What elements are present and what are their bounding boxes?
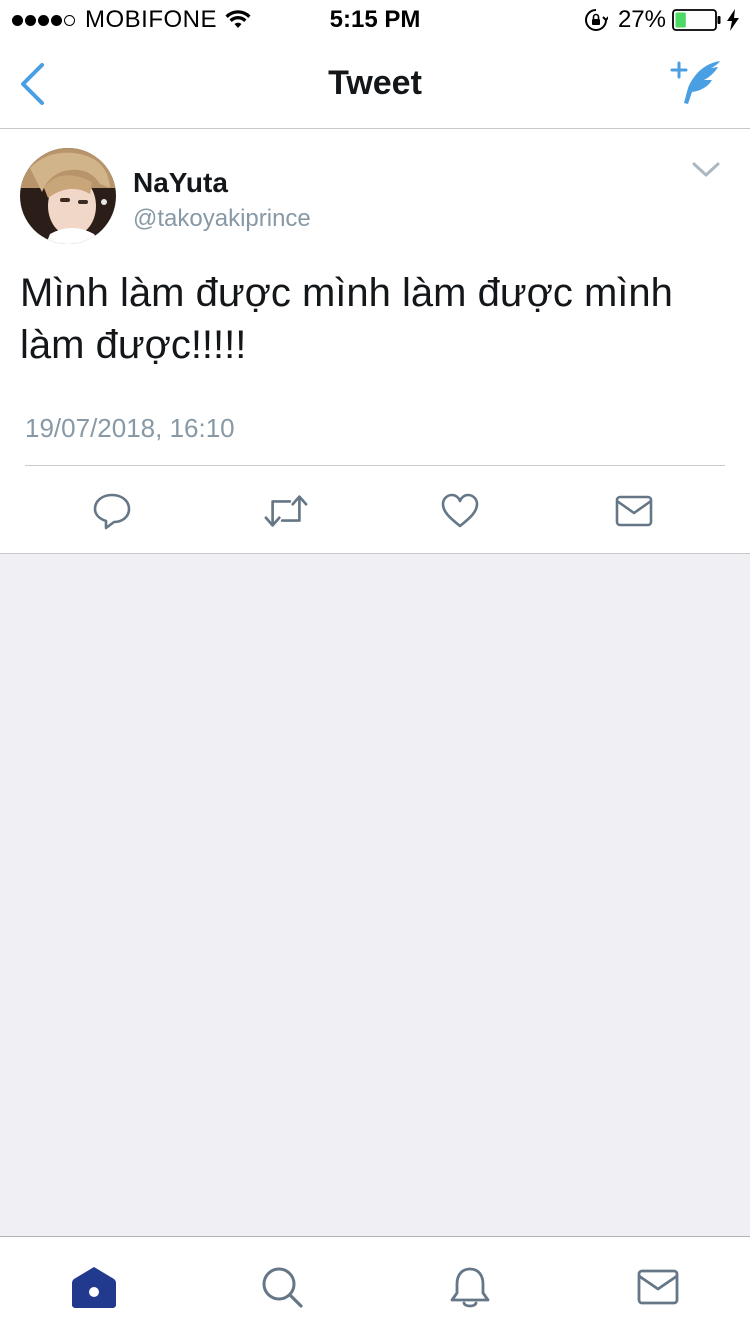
tweet-detail: NaYuta @takoyakiprince Mình làm được mìn… — [0, 129, 750, 554]
compose-tweet-icon — [670, 61, 720, 104]
direct-message-icon — [615, 495, 653, 527]
status-right: 27% — [584, 6, 740, 34]
tab-messages[interactable] — [634, 1263, 682, 1311]
search-icon — [262, 1267, 303, 1308]
status-bar: MOBIFONE 5:15 PM 27% — [0, 0, 750, 40]
tab-home[interactable] — [70, 1263, 118, 1311]
tab-search[interactable] — [258, 1263, 306, 1311]
orientation-lock-icon — [584, 9, 608, 31]
tab-notifications[interactable] — [446, 1263, 494, 1311]
compose-tweet-button[interactable] — [670, 56, 726, 110]
tab-bar — [0, 1236, 750, 1335]
tweet-timestamp: 19/07/2018, 16:10 — [25, 413, 235, 443]
divider — [25, 465, 725, 466]
avatar-image — [20, 148, 116, 244]
user-name[interactable]: NaYuta — [133, 167, 228, 199]
direct-message-button[interactable] — [612, 489, 656, 533]
battery-percent: 27% — [617, 6, 666, 33]
retweet-icon — [264, 495, 308, 527]
empty-content-area — [0, 554, 750, 1236]
messages-icon — [637, 1269, 679, 1305]
notifications-icon — [450, 1267, 490, 1308]
battery-icon — [672, 9, 721, 31]
reply-button[interactable] — [90, 489, 134, 533]
home-icon — [72, 1267, 116, 1308]
like-button[interactable] — [438, 489, 482, 533]
tweet-text: Mình làm được mình làm được mình làm đượ… — [20, 271, 673, 367]
charging-bolt-icon — [727, 9, 739, 31]
reply-icon — [93, 493, 131, 530]
tweet-options-button[interactable] — [690, 157, 722, 181]
like-icon — [441, 493, 479, 528]
avatar[interactable] — [20, 148, 116, 244]
chevron-down-icon — [692, 162, 720, 177]
page-title: Tweet — [328, 64, 422, 102]
user-handle[interactable]: @takoyakiprince — [133, 205, 311, 233]
retweet-button[interactable] — [264, 489, 308, 533]
navigation-bar: Tweet — [0, 40, 750, 129]
